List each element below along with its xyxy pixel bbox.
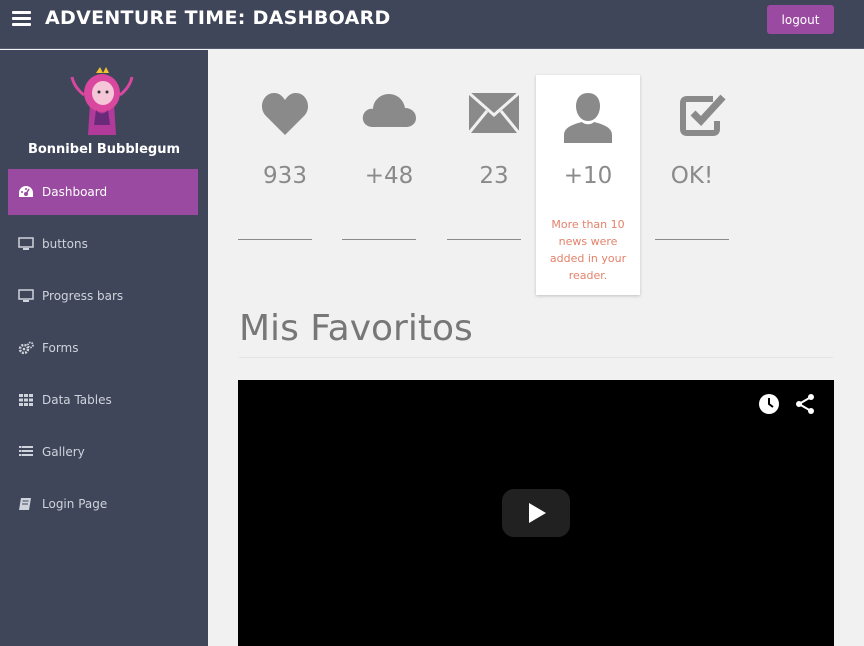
stat-note: More than 10 news were added in your rea… bbox=[549, 218, 627, 282]
stat-divider bbox=[238, 239, 312, 240]
video-player[interactable] bbox=[238, 380, 834, 646]
list-icon bbox=[19, 446, 33, 456]
stat-card-messages: 23 bbox=[442, 75, 546, 295]
sidebar-item-label: Dashboard bbox=[42, 185, 108, 199]
logout-button[interactable]: logout bbox=[767, 5, 834, 34]
stat-card-users: +10 More than 10 news were added in your… bbox=[536, 75, 640, 295]
top-bar: ADVENTURE TIME: DASHBOARD logout bbox=[0, 0, 864, 49]
stat-divider bbox=[342, 239, 416, 240]
sidebar-item-progress-bars[interactable]: Progress bars bbox=[8, 273, 198, 319]
cloud-icon bbox=[337, 91, 441, 143]
stat-divider bbox=[655, 239, 729, 240]
watch-later-icon[interactable] bbox=[758, 393, 780, 415]
play-button[interactable] bbox=[502, 489, 570, 537]
stat-value: 23 bbox=[479, 163, 509, 189]
stat-value: 933 bbox=[263, 163, 307, 189]
stat-card-cloud: +48 bbox=[337, 75, 441, 295]
stat-card-status: OK! bbox=[650, 75, 754, 295]
main-content: 933 +48 23 +10 More than 10 news were ad… bbox=[208, 50, 864, 646]
sidebar-item-label: buttons bbox=[42, 237, 88, 251]
monitor-icon bbox=[18, 237, 34, 250]
sidebar-item-label: Progress bars bbox=[42, 289, 124, 303]
sidebar-item-label: Forms bbox=[42, 341, 79, 355]
stat-card-likes: 933 bbox=[233, 75, 337, 295]
gears-icon bbox=[18, 341, 34, 355]
book-icon bbox=[19, 498, 31, 510]
avatar bbox=[66, 65, 138, 135]
section-title: Mis Favoritos bbox=[239, 308, 473, 349]
share-icon[interactable] bbox=[794, 393, 816, 415]
sidebar-item-label: Gallery bbox=[42, 445, 85, 459]
sidebar-item-dashboard[interactable]: Dashboard bbox=[8, 169, 198, 215]
sidebar-item-gallery[interactable]: Gallery bbox=[8, 429, 198, 475]
stat-value: OK! bbox=[670, 163, 714, 189]
stat-value: +10 bbox=[563, 163, 613, 189]
sidebar-item-forms[interactable]: Forms bbox=[8, 325, 198, 371]
user-name: Bonnibel Bubblegum bbox=[27, 142, 181, 157]
sidebar-item-label: Login Page bbox=[42, 497, 108, 511]
sidebar: Bonnibel Bubblegum Dashboard buttons Pro… bbox=[0, 50, 208, 646]
user-icon bbox=[536, 91, 640, 143]
heart-icon bbox=[233, 91, 337, 143]
grid-icon bbox=[19, 394, 33, 406]
app-title: ADVENTURE TIME: DASHBOARD bbox=[45, 7, 391, 29]
section-divider bbox=[239, 357, 833, 358]
menu-icon[interactable] bbox=[12, 11, 31, 26]
monitor-icon bbox=[18, 289, 34, 302]
envelope-icon bbox=[442, 91, 546, 143]
sidebar-item-data-tables[interactable]: Data Tables bbox=[8, 377, 198, 423]
dashboard-icon bbox=[19, 186, 33, 197]
stat-value: +48 bbox=[364, 163, 414, 189]
check-square-icon bbox=[650, 91, 754, 143]
sidebar-item-buttons[interactable]: buttons bbox=[8, 221, 198, 267]
sidebar-item-label: Data Tables bbox=[42, 393, 112, 407]
stat-divider bbox=[447, 239, 521, 240]
sidebar-item-login-page[interactable]: Login Page bbox=[8, 481, 198, 527]
